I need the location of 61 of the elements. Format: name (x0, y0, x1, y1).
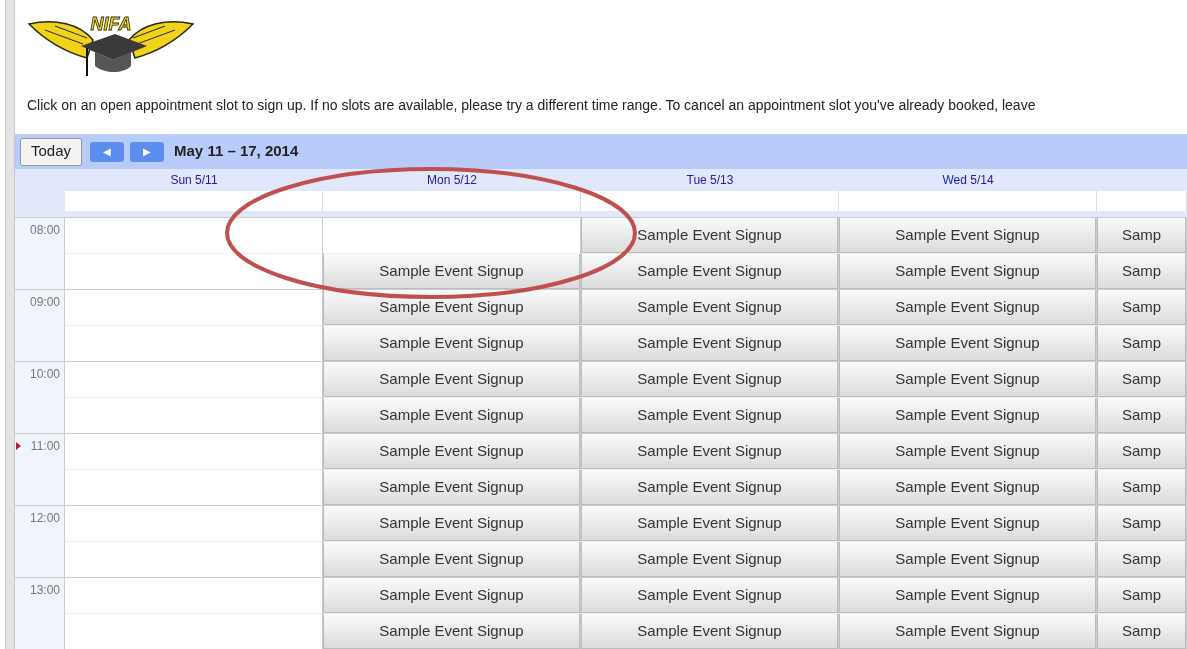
signup-slot[interactable]: Sample Event Signup (581, 434, 838, 469)
signup-slot[interactable]: Sample Event Signup (323, 434, 580, 469)
signup-slot[interactable]: Sample Event Signup (839, 578, 1096, 613)
signup-slot[interactable]: Sample Event Signup (323, 506, 580, 541)
signup-slot[interactable]: Samp (1097, 578, 1186, 613)
signup-slot[interactable]: Sample Event Signup (323, 578, 580, 613)
signup-slot[interactable]: Sample Event Signup (581, 398, 838, 433)
signup-slot[interactable]: Sample Event Signup (323, 290, 580, 325)
day-heading: Wed 5/14 (942, 172, 994, 190)
date-range: May 11 – 17, 2014 (174, 141, 299, 162)
signup-slot[interactable]: Sample Event Signup (323, 326, 580, 361)
signup-slot[interactable]: Sample Event Signup (581, 218, 838, 253)
signup-slot[interactable]: Sample Event Signup (839, 506, 1096, 541)
day-heading: Tue 5/13 (686, 172, 734, 190)
signup-slot[interactable]: Sample Event Signup (839, 398, 1096, 433)
hour-label: 09:00 (29, 294, 60, 311)
signup-slot[interactable]: Sample Event Signup (839, 218, 1096, 253)
hour-label: 12:00 (29, 510, 60, 527)
signup-slot[interactable]: Samp (1097, 542, 1186, 577)
signup-slot[interactable]: Sample Event Signup (323, 614, 580, 649)
signup-slot[interactable]: Samp (1097, 218, 1186, 253)
day-heading: Mon 5/12 (426, 172, 477, 190)
instructions-text: Click on an open appointment slot to sign up. If no slots are available, please try a different time range. To cancel an appointment slot you've already booked, leave (27, 97, 1036, 114)
signup-slot[interactable]: Sample Event Signup (323, 362, 580, 397)
signup-slot[interactable]: Sample Event Signup (839, 290, 1096, 325)
today-button[interactable]: Today (20, 137, 83, 166)
signup-slot[interactable]: Samp (1097, 398, 1186, 433)
hour-label: 11:00 (30, 438, 60, 455)
signup-slot[interactable]: Sample Event Signup (839, 326, 1096, 361)
signup-slot[interactable]: Sample Event Signup (581, 254, 838, 289)
signup-slot[interactable]: Sample Event Signup (323, 470, 580, 505)
signup-slot[interactable]: Sample Event Signup (839, 434, 1096, 469)
signup-slot[interactable]: Samp (1097, 434, 1186, 469)
signup-slot[interactable]: Sample Event Signup (581, 470, 838, 505)
hour-label: 13:00 (29, 582, 60, 599)
signup-slot[interactable]: Sample Event Signup (323, 542, 580, 577)
signup-slot[interactable]: Sample Event Signup (839, 362, 1096, 397)
signup-slot[interactable]: Sample Event Signup (581, 578, 838, 613)
signup-slot[interactable]: Sample Event Signup (581, 506, 838, 541)
signup-slot[interactable]: Samp (1097, 326, 1186, 361)
hour-label: 08:00 (29, 222, 60, 239)
signup-slot[interactable]: Samp (1097, 506, 1186, 541)
signup-slot[interactable]: Sample Event Signup (839, 470, 1096, 505)
signup-slot[interactable]: Sample Event Signup (323, 254, 580, 289)
signup-slot[interactable]: Sample Event Signup (581, 614, 838, 649)
signup-slot[interactable]: Sample Event Signup (323, 398, 580, 433)
signup-slot[interactable]: Sample Event Signup (839, 614, 1096, 649)
signup-slot[interactable]: Samp (1097, 362, 1186, 397)
signup-slot[interactable]: Sample Event Signup (581, 362, 838, 397)
signup-slot[interactable]: Sample Event Signup (581, 290, 838, 325)
signup-slot[interactable]: Sample Event Signup (581, 542, 838, 577)
logo: NIFA (25, 10, 197, 80)
signup-slot[interactable]: Samp (1097, 254, 1186, 289)
signup-slot[interactable]: Sample Event Signup (581, 326, 838, 361)
signup-slot[interactable]: Samp (1097, 470, 1186, 505)
signup-slot[interactable]: Samp (1097, 290, 1186, 325)
signup-slot[interactable]: Sample Event Signup (839, 542, 1096, 577)
signup-slot[interactable]: Samp (1097, 614, 1186, 649)
hour-label: 10:00 (29, 366, 60, 383)
signup-slot[interactable]: Sample Event Signup (839, 254, 1096, 289)
day-heading: Sun 5/11 (170, 172, 218, 190)
